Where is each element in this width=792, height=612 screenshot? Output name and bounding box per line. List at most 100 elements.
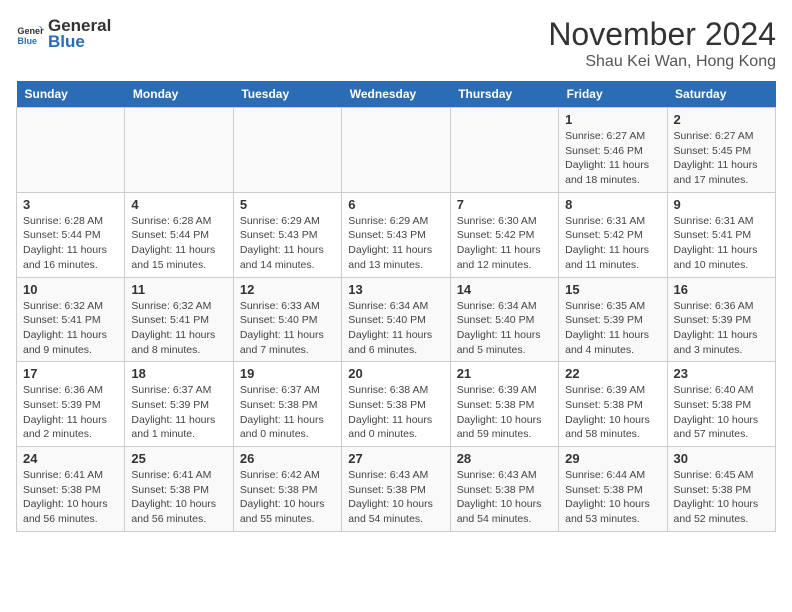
day-info: Sunrise: 6:31 AMSunset: 5:41 PMDaylight:…	[674, 214, 769, 273]
calendar-cell: 27Sunrise: 6:43 AMSunset: 5:38 PMDayligh…	[342, 447, 450, 532]
calendar-cell: 28 Sunrise: 6:43 AMSunset: 5:38 PMDayligh…	[450, 447, 558, 532]
location-subtitle: Shau Kei Wan, Hong Kong	[548, 53, 776, 71]
day-info: Sunrise: 6:36 AMSunset: 5:39 PMDaylight:…	[674, 299, 769, 358]
week-row-5: 24 Sunrise: 6:41 AMSunset: 5:38 PMDayligh…	[17, 447, 776, 532]
calendar-cell	[125, 108, 233, 193]
day-info: Sunrise: 6:39 AMSunset: 5:38 PMDaylight:…	[565, 383, 660, 442]
calendar-body: 1 Sunrise: 6:27 AMSunset: 5:46 PMDaylight…	[17, 108, 776, 532]
logo: General Blue General Blue	[16, 16, 111, 51]
day-number: 8	[565, 197, 660, 212]
day-info: Sunrise: 6:37 AMSunset: 5:38 PMDaylight:…	[240, 383, 335, 442]
day-number: 16	[674, 282, 769, 297]
calendar-cell: 7Sunrise: 6:30 AMSunset: 5:42 PMDaylight…	[450, 192, 558, 277]
week-row-4: 17 Sunrise: 6:36 AMSunset: 5:39 PMDayligh…	[17, 362, 776, 447]
title-area: November 2024 Shau Kei Wan, Hong Kong	[548, 16, 776, 71]
calendar-cell: 5 Sunrise: 6:29 AMSunset: 5:43 PMDaylight…	[233, 192, 341, 277]
day-number: 30	[674, 451, 769, 466]
calendar-cell: 18Sunrise: 6:37 AMSunset: 5:39 PMDayligh…	[125, 362, 233, 447]
calendar-cell	[450, 108, 558, 193]
day-number: 2	[674, 112, 769, 127]
day-number: 29	[565, 451, 660, 466]
week-row-2: 3 Sunrise: 6:28 AMSunset: 5:44 PMDaylight…	[17, 192, 776, 277]
day-header-sunday: Sunday	[17, 81, 125, 108]
svg-text:General: General	[17, 26, 44, 36]
day-number: 10	[23, 282, 118, 297]
calendar-cell: 19 Sunrise: 6:37 AMSunset: 5:38 PMDayligh…	[233, 362, 341, 447]
day-info: Sunrise: 6:34 AMSunset: 5:40 PMDaylight:…	[457, 299, 552, 358]
svg-text:Blue: Blue	[17, 35, 37, 45]
calendar-cell: 22 Sunrise: 6:39 AMSunset: 5:38 PMDayligh…	[559, 362, 667, 447]
calendar-cell: 21Sunrise: 6:39 AMSunset: 5:38 PMDayligh…	[450, 362, 558, 447]
calendar-cell: 2 Sunrise: 6:27 AMSunset: 5:45 PMDaylight…	[667, 108, 775, 193]
day-info: Sunrise: 6:41 AMSunset: 5:38 PMDaylight:…	[131, 468, 226, 527]
week-row-1: 1 Sunrise: 6:27 AMSunset: 5:46 PMDaylight…	[17, 108, 776, 193]
day-number: 12	[240, 282, 335, 297]
calendar-cell: 16 Sunrise: 6:36 AMSunset: 5:39 PMDayligh…	[667, 277, 775, 362]
calendar-cell: 26Sunrise: 6:42 AMSunset: 5:38 PMDayligh…	[233, 447, 341, 532]
day-header-tuesday: Tuesday	[233, 81, 341, 108]
calendar-cell: 29 Sunrise: 6:44 AMSunset: 5:38 PMDayligh…	[559, 447, 667, 532]
day-number: 19	[240, 366, 335, 381]
day-number: 28	[457, 451, 552, 466]
calendar-cell: 8Sunrise: 6:31 AMSunset: 5:42 PMDaylight…	[559, 192, 667, 277]
day-number: 25	[131, 451, 226, 466]
calendar-cell: 6 Sunrise: 6:29 AMSunset: 5:43 PMDaylight…	[342, 192, 450, 277]
day-number: 15	[565, 282, 660, 297]
day-info: Sunrise: 6:44 AMSunset: 5:38 PMDaylight:…	[565, 468, 660, 527]
day-info: Sunrise: 6:37 AMSunset: 5:39 PMDaylight:…	[131, 383, 226, 442]
calendar-cell: 1 Sunrise: 6:27 AMSunset: 5:46 PMDaylight…	[559, 108, 667, 193]
logo-line2: Blue	[48, 32, 111, 52]
day-number: 21	[457, 366, 552, 381]
day-info: Sunrise: 6:41 AMSunset: 5:38 PMDaylight:…	[23, 468, 118, 527]
day-info: Sunrise: 6:27 AMSunset: 5:45 PMDaylight:…	[674, 129, 769, 188]
day-header-friday: Friday	[559, 81, 667, 108]
calendar-cell: 9Sunrise: 6:31 AMSunset: 5:41 PMDaylight…	[667, 192, 775, 277]
calendar-cell: 12 Sunrise: 6:33 AMSunset: 5:40 PMDayligh…	[233, 277, 341, 362]
day-number: 11	[131, 282, 226, 297]
calendar-cell	[17, 108, 125, 193]
day-number: 23	[674, 366, 769, 381]
day-number: 24	[23, 451, 118, 466]
calendar-cell: 20 Sunrise: 6:38 AMSunset: 5:38 PMDayligh…	[342, 362, 450, 447]
day-info: Sunrise: 6:32 AMSunset: 5:41 PMDaylight:…	[23, 299, 118, 358]
day-number: 1	[565, 112, 660, 127]
day-info: Sunrise: 6:38 AMSunset: 5:38 PMDaylight:…	[348, 383, 443, 442]
day-info: Sunrise: 6:27 AMSunset: 5:46 PMDaylight:…	[565, 129, 660, 188]
day-info: Sunrise: 6:43 AMSunset: 5:38 PMDaylight:…	[457, 468, 552, 527]
calendar-cell: 14 Sunrise: 6:34 AMSunset: 5:40 PMDayligh…	[450, 277, 558, 362]
calendar-cell	[342, 108, 450, 193]
day-info: Sunrise: 6:29 AMSunset: 5:43 PMDaylight:…	[348, 214, 443, 273]
calendar-cell: 17 Sunrise: 6:36 AMSunset: 5:39 PMDayligh…	[17, 362, 125, 447]
calendar-table: SundayMondayTuesdayWednesdayThursdayFrid…	[16, 81, 776, 532]
day-info: Sunrise: 6:28 AMSunset: 5:44 PMDaylight:…	[23, 214, 118, 273]
day-info: Sunrise: 6:34 AMSunset: 5:40 PMDaylight:…	[348, 299, 443, 358]
day-number: 7	[457, 197, 552, 212]
day-info: Sunrise: 6:36 AMSunset: 5:39 PMDaylight:…	[23, 383, 118, 442]
day-header-wednesday: Wednesday	[342, 81, 450, 108]
day-header-monday: Monday	[125, 81, 233, 108]
day-number: 22	[565, 366, 660, 381]
day-number: 17	[23, 366, 118, 381]
calendar-cell: 4Sunrise: 6:28 AMSunset: 5:44 PMDaylight…	[125, 192, 233, 277]
day-info: Sunrise: 6:28 AMSunset: 5:44 PMDaylight:…	[131, 214, 226, 273]
calendar-cell: 3 Sunrise: 6:28 AMSunset: 5:44 PMDaylight…	[17, 192, 125, 277]
calendar-cell: 15Sunrise: 6:35 AMSunset: 5:39 PMDayligh…	[559, 277, 667, 362]
day-header-saturday: Saturday	[667, 81, 775, 108]
day-number: 6	[348, 197, 443, 212]
calendar-cell: 24 Sunrise: 6:41 AMSunset: 5:38 PMDayligh…	[17, 447, 125, 532]
header: General Blue General Blue November 2024 …	[16, 16, 776, 71]
week-row-3: 10 Sunrise: 6:32 AMSunset: 5:41 PMDayligh…	[17, 277, 776, 362]
month-title: November 2024	[548, 16, 776, 53]
day-number: 5	[240, 197, 335, 212]
day-number: 3	[23, 197, 118, 212]
day-number: 14	[457, 282, 552, 297]
day-number: 13	[348, 282, 443, 297]
day-info: Sunrise: 6:33 AMSunset: 5:40 PMDaylight:…	[240, 299, 335, 358]
day-info: Sunrise: 6:29 AMSunset: 5:43 PMDaylight:…	[240, 214, 335, 273]
logo-icon: General Blue	[16, 20, 44, 48]
day-info: Sunrise: 6:45 AMSunset: 5:38 PMDaylight:…	[674, 468, 769, 527]
calendar-cell: 11Sunrise: 6:32 AMSunset: 5:41 PMDayligh…	[125, 277, 233, 362]
day-number: 20	[348, 366, 443, 381]
day-info: Sunrise: 6:40 AMSunset: 5:38 PMDaylight:…	[674, 383, 769, 442]
calendar-cell: 10 Sunrise: 6:32 AMSunset: 5:41 PMDayligh…	[17, 277, 125, 362]
